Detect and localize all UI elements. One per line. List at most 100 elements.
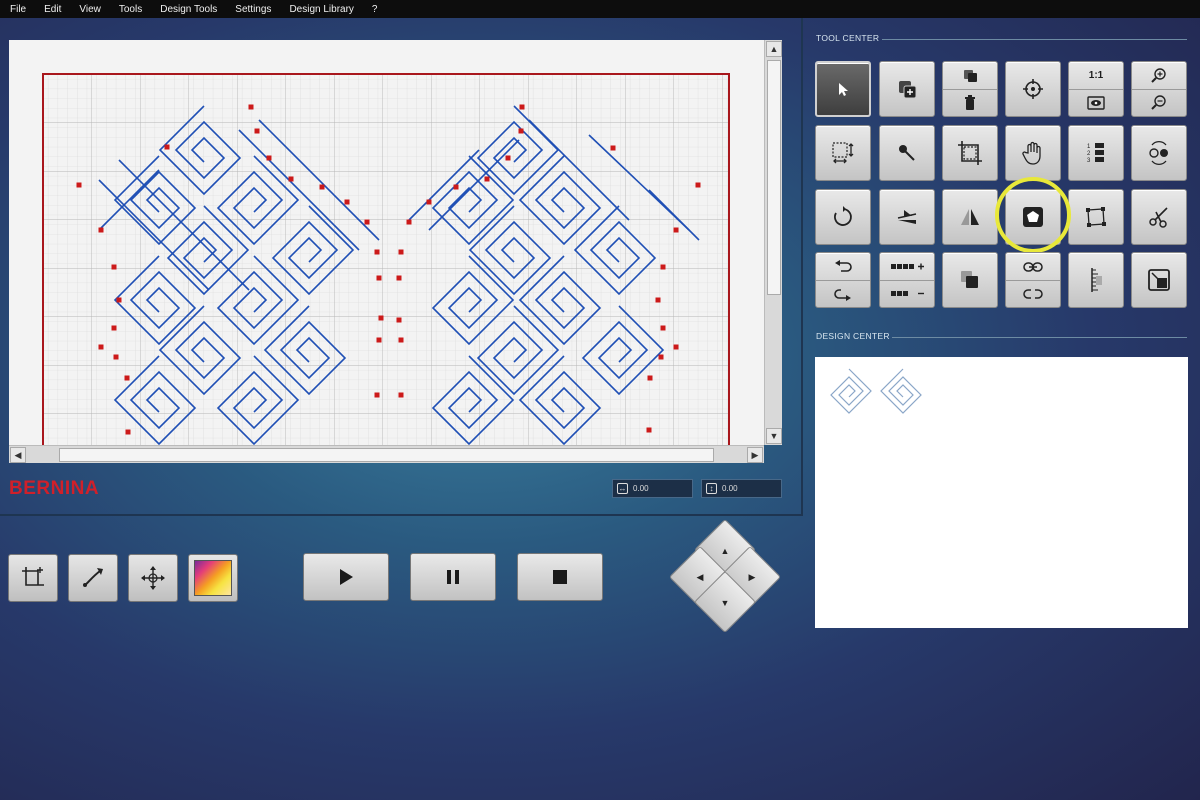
select-icon (839, 83, 848, 96)
control-node (658, 354, 664, 360)
scroll-down-icon[interactable]: ▼ (766, 428, 782, 444)
pin-button[interactable] (879, 125, 935, 181)
play-icon (340, 569, 353, 585)
menu-file[interactable]: File (10, 4, 26, 15)
delete-half[interactable] (943, 89, 997, 116)
scroll-right-icon[interactable]: ▶ (747, 447, 763, 463)
control-node (610, 145, 616, 151)
decrease-stitches-icon (891, 291, 924, 296)
thumbnail-spiral (830, 368, 872, 414)
scroll-left-icon[interactable]: ◀ (10, 447, 26, 463)
control-node (266, 155, 272, 161)
copy-delete-button[interactable] (942, 61, 998, 117)
menu-edit[interactable]: Edit (44, 4, 61, 15)
rotate-icon (834, 206, 852, 226)
undo-redo-button[interactable] (815, 252, 871, 308)
add-hoop-button[interactable] (8, 554, 58, 602)
menu-settings[interactable]: Settings (235, 4, 271, 15)
fit-frame-icon (1148, 269, 1170, 291)
control-node (396, 317, 402, 323)
draw-button[interactable] (68, 554, 118, 602)
pause-button[interactable] (410, 553, 496, 601)
thumbnail-spiral (880, 368, 922, 414)
decrease-half[interactable] (880, 280, 934, 307)
menu-design-library[interactable]: Design Library (289, 4, 353, 15)
resize-icon (832, 142, 854, 164)
svg-text:1: 1 (1087, 144, 1091, 150)
color-button[interactable] (188, 554, 238, 602)
scroll-up-icon[interactable]: ▲ (766, 41, 782, 57)
copy-half[interactable] (943, 62, 997, 89)
menu-help[interactable]: ? (372, 4, 378, 15)
stitch-grid[interactable] (9, 40, 764, 445)
align-button[interactable] (1068, 252, 1124, 308)
height-coordinate-field[interactable]: ↕ 0.00 (701, 479, 782, 498)
menu-design-tools[interactable]: Design Tools (160, 4, 217, 15)
control-node (164, 144, 170, 150)
control-node (125, 429, 131, 435)
vertical-scroll-thumb[interactable] (767, 60, 781, 295)
horizontal-resize-icon: ↔ (617, 483, 628, 494)
select-tool-button[interactable] (815, 61, 871, 117)
locate-button[interactable] (1005, 61, 1061, 117)
rotate-button[interactable] (815, 189, 871, 245)
control-node (378, 315, 384, 321)
control-node (364, 219, 370, 225)
stitch-length-button[interactable] (879, 252, 935, 308)
control-node (254, 128, 260, 134)
design-thumbnail[interactable] (815, 357, 1188, 628)
crop-icon (958, 141, 982, 165)
control-node (673, 344, 679, 350)
pan-button[interactable] (1005, 125, 1061, 181)
control-node (695, 182, 701, 188)
link-button[interactable] (1005, 252, 1061, 308)
increase-half[interactable] (880, 253, 934, 280)
trash-icon (965, 95, 975, 110)
layer-order-button[interactable] (942, 252, 998, 308)
cut-button[interactable] (1131, 189, 1187, 245)
menu-view[interactable]: View (79, 4, 101, 15)
zoom-out-half[interactable] (1132, 89, 1186, 116)
link-half[interactable] (1006, 253, 1060, 280)
sequence-button[interactable]: 123 (1068, 125, 1124, 181)
vertical-scrollbar[interactable]: ▲ ▼ (764, 40, 782, 445)
swap-button[interactable] (1131, 125, 1187, 181)
svg-text:2: 2 (1087, 151, 1091, 157)
redo-half[interactable] (816, 280, 870, 307)
zoom-one-to-one[interactable]: 1:1 (1069, 62, 1123, 89)
design-center-title: DESIGN CENTER (816, 331, 890, 341)
left-arrow-icon: ◀ (696, 571, 704, 582)
skew-button[interactable] (879, 189, 935, 245)
horizontal-scroll-thumb[interactable] (59, 448, 714, 462)
duplicate-button[interactable] (879, 61, 935, 117)
unlink-icon (1023, 289, 1043, 299)
menu-tools[interactable]: Tools (119, 4, 142, 15)
zoom-button[interactable] (1131, 61, 1187, 117)
undo-half[interactable] (816, 253, 870, 280)
fit-to-frame-button[interactable] (1131, 252, 1187, 308)
control-node (319, 184, 325, 190)
resize-button[interactable] (815, 125, 871, 181)
move-button[interactable] (128, 554, 178, 602)
crosshair-icon (1023, 79, 1043, 99)
zoom-in-half[interactable] (1132, 62, 1186, 89)
horizontal-scrollbar[interactable]: ◀ ▶ (9, 445, 764, 463)
unlink-half[interactable] (1006, 280, 1060, 307)
width-coordinate-field[interactable]: ↔ 0.00 (612, 479, 693, 498)
zoom-actual-button[interactable]: 1:1 (1068, 61, 1124, 117)
up-arrow-icon: ▲ (720, 546, 730, 556)
design-center-preview[interactable] (815, 357, 1188, 628)
control-node (248, 104, 254, 110)
transform-box-button[interactable] (1068, 189, 1124, 245)
play-button[interactable] (303, 553, 389, 601)
control-node (124, 375, 130, 381)
hand-icon (1022, 141, 1041, 165)
stop-button[interactable] (517, 553, 603, 601)
pin-icon (899, 145, 915, 161)
view-toggle-half[interactable] (1069, 89, 1123, 116)
mirror-button[interactable] (942, 189, 998, 245)
design-canvas[interactable] (9, 40, 764, 445)
increase-stitches-icon (891, 263, 924, 269)
highlight-circle (995, 177, 1071, 253)
crop-button[interactable] (942, 125, 998, 181)
